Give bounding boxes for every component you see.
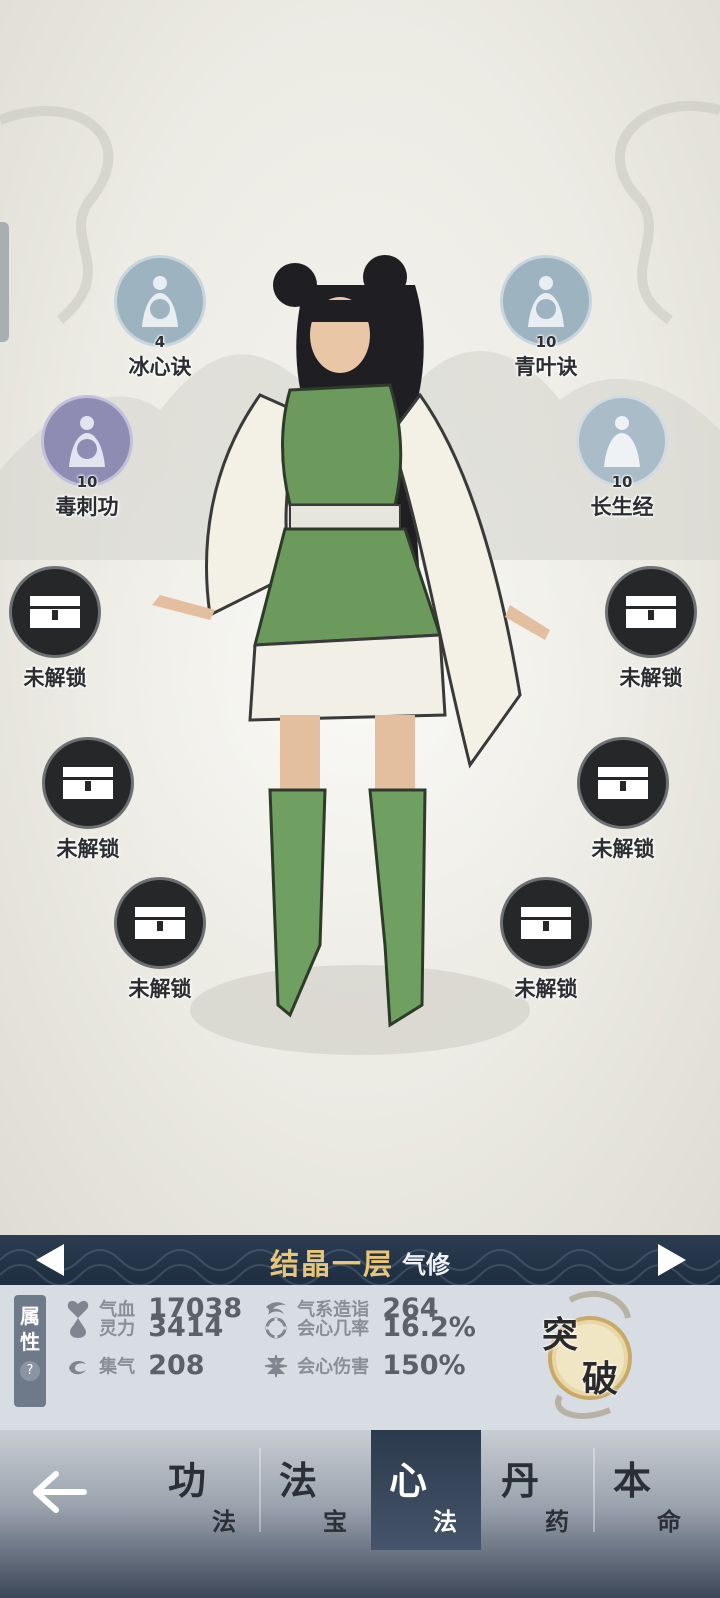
tab-big-char: 丹 <box>501 1459 540 1503</box>
help-icon[interactable]: ? <box>20 1361 40 1381</box>
lock-emblem <box>500 877 592 969</box>
drop-icon <box>70 1317 86 1338</box>
stat-name: 灵力 <box>99 1318 136 1340</box>
tab-gongfa[interactable]: 功 法 <box>150 1430 260 1550</box>
crit-rate-icon <box>265 1317 287 1338</box>
realm-type: 气修 <box>402 1250 450 1279</box>
tab-small-char: 宝 <box>323 1508 347 1536</box>
locked-label: 未解锁 <box>23 666 87 690</box>
skill-name: 青叶诀 <box>514 355 578 379</box>
skill-name: 冰心诀 <box>128 355 192 379</box>
skill-level: 10 <box>535 333 557 351</box>
stat-value: 208 <box>148 1350 205 1381</box>
locked-slot-right-2[interactable]: 未解锁 <box>558 737 688 863</box>
locked-slot-left-2[interactable]: 未解锁 <box>23 737 153 863</box>
stat-value: 16.2% <box>382 1312 476 1343</box>
stat-crit-damage: 会心伤害 150% <box>264 1350 466 1386</box>
locked-slot-left-1[interactable]: 未解锁 <box>0 566 120 692</box>
stat-mana: 灵力 3414 <box>66 1312 223 1348</box>
lock-emblem <box>42 737 134 829</box>
breakthrough-char-1: 突 <box>542 1315 579 1356</box>
locked-label: 未解锁 <box>514 977 578 1001</box>
locked-chest-icon <box>135 907 185 939</box>
realm-title: 结晶一层 气修 <box>0 1241 720 1283</box>
locked-label: 未解锁 <box>619 666 683 690</box>
tab-big-char: 心 <box>389 1459 428 1503</box>
tab-big-char: 功 <box>168 1459 207 1503</box>
attr-tab-char: 属 <box>20 1304 40 1328</box>
skill-node-changshengjing[interactable]: 10 长生经 <box>557 395 687 521</box>
locked-chest-icon <box>30 596 80 628</box>
locked-slot-right-1[interactable]: 未解锁 <box>586 566 716 692</box>
locked-slot-left-3[interactable]: 未解锁 <box>95 877 225 1003</box>
skill-name: 毒刺功 <box>55 495 119 519</box>
realm-header-bar: 结晶一层 气修 <box>0 1235 720 1285</box>
water-figure-icon <box>142 276 178 327</box>
tab-small-char: 法 <box>212 1508 236 1536</box>
tab-big-char: 法 <box>279 1459 318 1503</box>
stat-name: 会心几率 <box>297 1318 370 1340</box>
lock-emblem <box>605 566 697 658</box>
back-arrow-icon[interactable] <box>30 1462 90 1522</box>
skill-level: 10 <box>611 473 633 491</box>
bottom-navigation: 功 法 法 宝 心 法 丹 药 本 命 <box>0 1430 720 1598</box>
swirl-icon <box>69 1360 86 1374</box>
breakthrough-button[interactable]: 突 破 <box>540 1288 640 1428</box>
locked-label: 未解锁 <box>591 837 655 861</box>
locked-label: 未解锁 <box>56 837 120 861</box>
tab-big-char: 本 <box>613 1459 652 1503</box>
wood-figure-icon <box>69 416 105 467</box>
locked-slot-right-3[interactable]: 未解锁 <box>481 877 611 1003</box>
skill-name: 长生经 <box>590 495 654 519</box>
tab-small-char: 命 <box>657 1508 681 1536</box>
breakthrough-char-2: 破 <box>582 1359 619 1400</box>
attr-tab-char: 性 <box>20 1330 40 1354</box>
skill-node-qingyejue[interactable]: 10 青叶诀 <box>481 255 611 381</box>
locked-chest-icon <box>598 767 648 799</box>
locked-chest-icon <box>521 907 571 939</box>
stat-value: 150% <box>382 1350 466 1381</box>
tab-danyao[interactable]: 丹 药 <box>483 1430 593 1550</box>
tab-small-char: 法 <box>433 1508 457 1536</box>
locked-label: 未解锁 <box>128 977 192 1001</box>
skill-node-ducigong[interactable]: 10 毒刺功 <box>22 395 152 521</box>
realm-name: 结晶一层 <box>269 1247 394 1281</box>
tab-small-char: 药 <box>545 1508 569 1536</box>
locked-chest-icon <box>63 767 113 799</box>
stat-value: 3414 <box>148 1312 224 1343</box>
tab-benming[interactable]: 本 命 <box>595 1430 705 1550</box>
crit-damage-icon <box>264 1354 288 1377</box>
stat-crit-rate: 会心几率 16.2% <box>264 1312 476 1348</box>
next-realm-arrow-icon[interactable] <box>652 1240 692 1280</box>
tab-fabao[interactable]: 法 宝 <box>261 1430 371 1550</box>
stat-gather: 集气 208 <box>66 1350 205 1386</box>
locked-chest-icon <box>626 596 676 628</box>
skill-node-bingxinjue[interactable]: 4 冰心诀 <box>95 255 225 381</box>
wood-figure-icon <box>528 276 564 327</box>
lock-emblem <box>577 737 669 829</box>
skill-level: 10 <box>76 473 98 491</box>
skill-level: 4 <box>154 333 166 351</box>
tab-xinfa[interactable]: 心 法 <box>371 1430 481 1550</box>
stat-name: 集气 <box>99 1356 136 1378</box>
lock-emblem <box>9 566 101 658</box>
character-stage: 4 冰心诀 10 青叶诀 10 毒刺功 10 长生经 未解锁 未解锁 未解锁 未… <box>0 0 720 1235</box>
stat-name: 会心伤害 <box>297 1356 370 1378</box>
attributes-tab[interactable]: 属 性 ? <box>14 1295 46 1407</box>
lock-emblem <box>114 877 206 969</box>
figure-icon <box>604 416 640 467</box>
